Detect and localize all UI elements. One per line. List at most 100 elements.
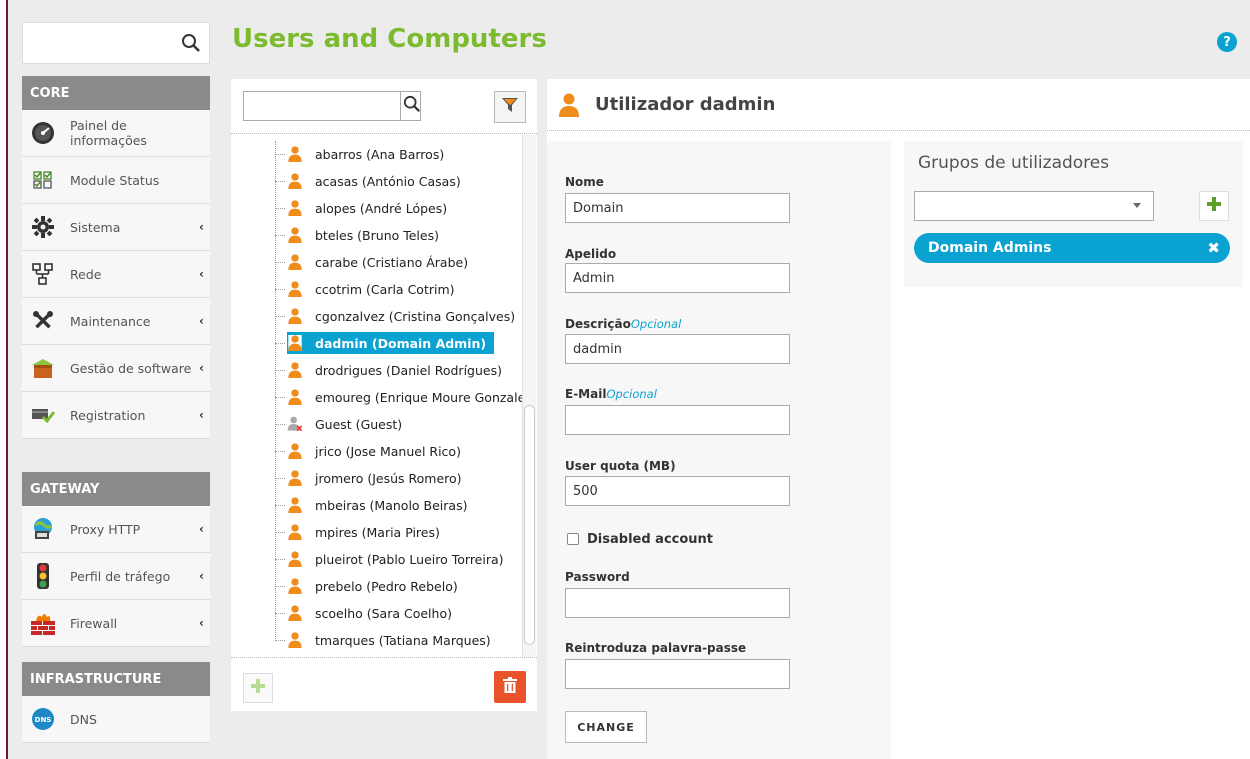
- tree-user-row[interactable]: jrico (Jose Manuel Rico): [275, 440, 461, 462]
- tree-user-row[interactable]: bteles (Bruno Teles): [275, 224, 439, 246]
- chevron-left-icon: ‹: [199, 314, 204, 328]
- sidebar-item-firewall[interactable]: Firewall ‹: [22, 600, 210, 647]
- descricao-label-text: Descrição: [565, 317, 631, 331]
- sidebar-item-label: Painel de informações: [70, 118, 147, 148]
- sidebar-item-label: Sistema: [70, 219, 121, 235]
- tree-user-row[interactable]: prebelo (Pedro Rebelo): [275, 575, 458, 597]
- sidebar-item-registration[interactable]: Registration ‹: [22, 392, 210, 439]
- core-nav-list: Painel de informações Module Status Sist…: [22, 110, 210, 439]
- password-label: Password: [565, 570, 630, 584]
- apelido-label: Apelido: [565, 247, 617, 261]
- quota-label: User quota (MB): [565, 459, 676, 473]
- user-detail-panel: Utilizador dadmin Nome Domain Apelido Ad…: [547, 79, 1250, 759]
- tree-user-row[interactable]: drodrigues (Daniel Rodrígues): [275, 359, 502, 381]
- tree-user-row[interactable]: emoureg (Enrique Moure Gonzale: [275, 386, 523, 408]
- user-icon: [287, 524, 303, 540]
- add-group-button[interactable]: [1199, 191, 1229, 221]
- tree-user-row[interactable]: abarros (Ana Barros): [275, 143, 444, 165]
- user-form: Nome Domain Apelido Admin DescriçãoOpcio…: [547, 141, 891, 759]
- tree-scrollbar[interactable]: [522, 135, 536, 657]
- user-groups-box: Grupos de utilizadores Domain Admins ✖: [904, 141, 1243, 287]
- tree-branch-line: [275, 586, 285, 587]
- tree-branch-line: [275, 262, 285, 263]
- network-icon: [30, 261, 56, 287]
- tree-user-row[interactable]: tmarques (Tatiana Marques): [275, 629, 491, 651]
- email-label-text: E-Mail: [565, 387, 607, 401]
- tree-search-input[interactable]: [243, 91, 421, 121]
- tree-user-row[interactable]: mbeiras (Manolo Beiras): [275, 494, 468, 516]
- descricao-field[interactable]: dadmin: [565, 334, 790, 364]
- user-icon: [287, 362, 303, 378]
- tree-branch-line: [275, 154, 285, 155]
- group-select[interactable]: [914, 191, 1154, 221]
- help-icon[interactable]: ?: [1217, 32, 1237, 52]
- change-button[interactable]: CHANGE: [565, 711, 647, 743]
- optional-hint: Opcional: [606, 387, 657, 401]
- remove-group-icon[interactable]: ✖: [1207, 239, 1220, 257]
- sidebar-item-label: Firewall: [70, 615, 118, 631]
- tree-user-row[interactable]: jromero (Jesús Romero): [275, 467, 462, 489]
- gateway-nav-list: Proxy HTTP ‹ Perfil de tráfego ‹ Firewal…: [22, 506, 210, 647]
- descricao-label: DescriçãoOpcional: [565, 317, 681, 331]
- sidebar-item-module-status[interactable]: Module Status: [22, 157, 210, 204]
- sidebar-item-traffic-profile[interactable]: Perfil de tráfego ‹: [22, 553, 210, 600]
- tree-user-row[interactable]: mpires (Maria Pires): [275, 521, 440, 543]
- tree-user-row[interactable]: ccotrim (Carla Cotrim): [275, 278, 455, 300]
- chevron-left-icon: ‹: [199, 361, 204, 375]
- user-icon: [287, 578, 303, 594]
- repassword-field[interactable]: [565, 659, 790, 689]
- tree-user-row[interactable]: cgonzalvez (Cristina Gonçalves): [275, 305, 516, 327]
- tree-user-label: cgonzalvez (Cristina Gonçalves): [315, 308, 516, 324]
- tree-branch-line: [275, 181, 285, 182]
- chevron-left-icon: ‹: [199, 408, 204, 422]
- tree-user-row[interactable]: alopes (André Lópes): [275, 197, 447, 219]
- tree-search-button[interactable]: [400, 92, 422, 120]
- chevron-left-icon: ‹: [199, 522, 204, 536]
- divider: [231, 657, 537, 658]
- user-tree-list: abarros (Ana Barros) acasas (António Casa…: [231, 141, 523, 653]
- tree-branch-line: [275, 613, 285, 614]
- sidebar-item-rede[interactable]: Rede ‹: [22, 251, 210, 298]
- sidebar-item-sistema[interactable]: Sistema ‹: [22, 204, 210, 251]
- user-icon: [287, 470, 303, 486]
- filter-button[interactable]: [494, 91, 526, 123]
- tree-user-row[interactable]: acasas (António Casas): [275, 170, 461, 192]
- sidebar-item-dashboard[interactable]: Painel de informações: [22, 110, 210, 157]
- tree-branch-line: [275, 478, 285, 479]
- nome-field[interactable]: Domain: [565, 193, 790, 223]
- tree-user-row[interactable]: dadmin (Domain Admin): [275, 332, 495, 354]
- sidebar-search-box[interactable]: [22, 22, 210, 64]
- plus-icon: [1207, 197, 1221, 215]
- quota-field[interactable]: 500: [565, 476, 790, 506]
- search-icon: [403, 95, 421, 117]
- sidebar-item-software[interactable]: Gestão de software ‹: [22, 345, 210, 392]
- caret-down-icon: [1133, 203, 1141, 208]
- optional-hint: Opcional: [630, 317, 682, 331]
- sidebar-item-proxy-http[interactable]: Proxy HTTP ‹: [22, 506, 210, 553]
- tree-user-row[interactable]: plueirot (Pablo Lueiro Torreira): [275, 548, 504, 570]
- apelido-field[interactable]: Admin: [565, 263, 790, 293]
- delete-user-button[interactable]: [494, 671, 526, 703]
- user-icon: [287, 389, 303, 405]
- tree-branch-line: [275, 559, 285, 560]
- tree-user-row[interactable]: Guest (Guest): [275, 413, 402, 435]
- tree-user-label: mbeiras (Manolo Beiras): [315, 497, 468, 513]
- scrollbar-thumb[interactable]: [524, 405, 535, 645]
- proxy-globe-icon: [30, 516, 56, 542]
- email-field[interactable]: [565, 405, 790, 435]
- groups-title: Grupos de utilizadores: [918, 153, 1110, 173]
- traffic-light-icon: [30, 563, 56, 589]
- tree-user-row[interactable]: scoelho (Sara Coelho): [275, 602, 452, 624]
- add-user-button[interactable]: [243, 673, 273, 703]
- sidebar: CORE Painel de informações Module Status…: [22, 0, 210, 759]
- nome-label: Nome: [565, 175, 604, 189]
- tree-user-label: jromero (Jesús Romero): [315, 470, 462, 486]
- password-field[interactable]: [565, 588, 790, 618]
- search-icon[interactable]: [181, 33, 201, 57]
- tree-user-row[interactable]: carabe (Cristiano Árabe): [275, 251, 468, 273]
- chevron-left-icon: ‹: [199, 220, 204, 234]
- sidebar-item-dns[interactable]: DNS DNS: [22, 696, 210, 743]
- svg-text:DNS: DNS: [35, 716, 52, 724]
- disabled-account-checkbox[interactable]: [567, 533, 579, 545]
- sidebar-item-maintenance[interactable]: Maintenance ‹: [22, 298, 210, 345]
